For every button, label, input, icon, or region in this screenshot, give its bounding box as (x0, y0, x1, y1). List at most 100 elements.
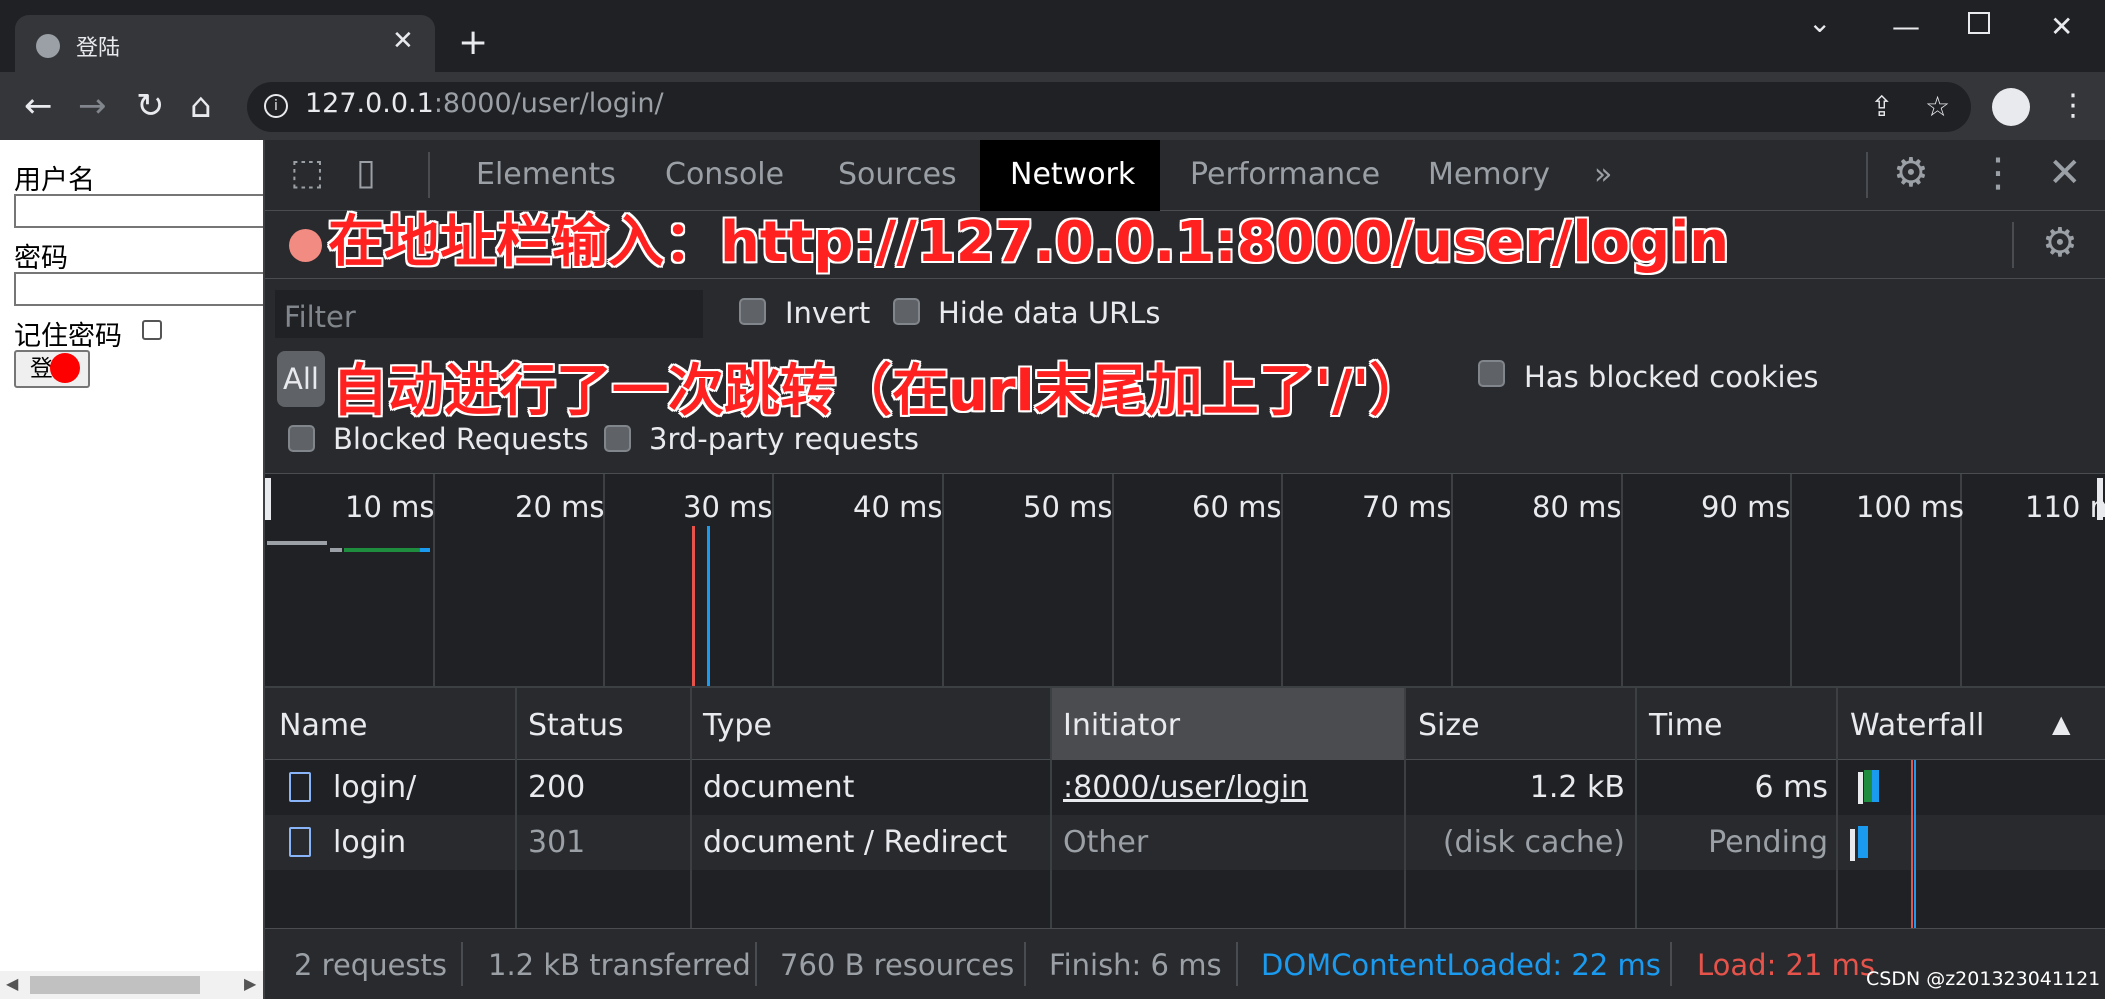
row-initiator: Other (1063, 825, 1149, 860)
overview-bar-download (420, 548, 430, 552)
hide-data-urls-checkbox[interactable] (893, 298, 920, 325)
url-host: 127.0.0.1 (305, 88, 434, 119)
row-time: 6 ms (1754, 770, 1828, 805)
tab-sources[interactable]: Sources (838, 157, 957, 192)
column-divider (1635, 688, 1637, 928)
share-icon[interactable]: ⇪ (1870, 90, 1893, 123)
col-size[interactable]: Size (1418, 708, 1480, 743)
scroll-left-icon[interactable]: ◀ (6, 974, 18, 993)
row-type: document / Redirect (703, 825, 1008, 860)
tab-performance[interactable]: Performance (1190, 157, 1380, 192)
kebab-icon[interactable]: ⋮ (2058, 88, 2088, 123)
divider (428, 152, 430, 198)
overview-handle-left[interactable] (265, 478, 271, 520)
waterfall-bar (1850, 829, 1855, 861)
col-waterfall[interactable]: Waterfall (1850, 708, 1984, 743)
timeline-tick: 30 ms (683, 490, 773, 524)
blocked-requests-checkbox[interactable] (288, 425, 315, 452)
summary-transferred: 1.2 kB transferred (488, 948, 751, 982)
record-icon[interactable] (289, 229, 322, 262)
timeline-tick: 90 ms (1701, 490, 1791, 524)
password-input[interactable] (14, 272, 266, 306)
document-icon (289, 772, 311, 802)
annotation-line-1: 在地址栏输入：http://127.0.0.1:8000/user/login (328, 210, 1730, 275)
column-divider (1836, 688, 1838, 928)
device-toggle-icon[interactable]: ▯ (356, 152, 376, 193)
info-icon[interactable]: i (264, 94, 288, 118)
maximize-icon[interactable] (1968, 12, 1990, 34)
row-name[interactable]: login/ (333, 770, 416, 805)
row-status: 200 (528, 770, 586, 805)
url-path: :8000/user/login/ (433, 88, 664, 119)
back-icon[interactable]: ← (24, 86, 53, 126)
load-marker (692, 526, 695, 686)
plus-icon[interactable]: + (458, 22, 488, 63)
overview-bar-waiting (344, 548, 420, 552)
network-settings-icon[interactable]: ⚙ (2042, 220, 2078, 266)
forward-icon[interactable]: → (78, 86, 107, 126)
close-window-icon[interactable]: ✕ (2050, 10, 2073, 43)
col-status[interactable]: Status (528, 708, 624, 743)
divider (1866, 152, 1868, 198)
timeline-tick: 20 ms (515, 490, 605, 524)
gear-icon[interactable]: ⚙ (1893, 150, 1929, 196)
timeline-tick: 110 ms (2025, 490, 2105, 524)
url-text[interactable]: 127.0.0.1:8000/user/login/ (305, 88, 664, 119)
invert-label: Invert (785, 296, 871, 330)
minimize-icon[interactable]: — (1892, 10, 1920, 43)
remember-checkbox[interactable] (142, 320, 162, 340)
filter-placeholder: Filter (284, 300, 356, 334)
blocked-requests-label: Blocked Requests (333, 422, 589, 456)
hide-data-urls-label: Hide data URLs (938, 296, 1161, 330)
star-icon[interactable]: ☆ (1925, 90, 1950, 123)
tab-elements[interactable]: Elements (476, 157, 616, 192)
row-initiator-link[interactable]: :8000/user/login (1063, 770, 1308, 805)
column-divider (515, 688, 517, 928)
divider (1024, 942, 1026, 986)
row-status: 301 (528, 825, 586, 860)
column-divider (690, 688, 692, 928)
sort-up-icon[interactable]: ▲ (2052, 710, 2070, 738)
overview-handle-right[interactable] (2097, 478, 2103, 520)
tab-title: 登陆 (76, 36, 121, 61)
divider (755, 942, 757, 986)
summary-dom-content-loaded: DOMContentLoaded: 22 ms (1261, 948, 1661, 982)
row-name[interactable]: login (333, 825, 406, 860)
blocked-cookies-checkbox[interactable] (1478, 360, 1505, 387)
profile-icon[interactable] (1992, 88, 2030, 126)
third-party-checkbox[interactable] (604, 425, 631, 452)
tab-network-label: Network (1010, 157, 1136, 192)
summary-resources: 760 B resources (780, 948, 1015, 982)
scrollbar-thumb[interactable] (30, 976, 200, 994)
invert-checkbox[interactable] (739, 298, 766, 325)
col-initiator[interactable]: Initiator (1063, 708, 1180, 743)
tab-console[interactable]: Console (665, 157, 784, 192)
table-empty-area (265, 870, 2105, 928)
tab-memory[interactable]: Memory (1428, 157, 1550, 192)
home-icon[interactable]: ⌂ (190, 86, 212, 126)
col-type[interactable]: Type (703, 708, 772, 743)
kebab-icon[interactable]: ⋮ (1978, 150, 2018, 196)
timeline-tick: 70 ms (1362, 490, 1452, 524)
col-time[interactable]: Time (1649, 708, 1722, 743)
watermark: CSDN @z201323041121 (1866, 968, 2101, 990)
username-input[interactable] (14, 194, 266, 228)
filter-all[interactable]: All (277, 351, 325, 407)
overview-bar-queue (330, 548, 342, 552)
scroll-right-icon[interactable]: ▶ (244, 974, 256, 993)
timeline-tick: 10 ms (345, 490, 435, 524)
waterfall-bar (1858, 826, 1868, 858)
timeline-tick: 60 ms (1192, 490, 1282, 524)
divider (461, 942, 463, 986)
col-name[interactable]: Name (279, 708, 368, 743)
inspect-icon[interactable]: ⬚ (290, 152, 324, 193)
chevron-down-icon[interactable]: ⌄ (1808, 6, 1831, 39)
reload-icon[interactable]: ↻ (136, 86, 165, 126)
close-icon[interactable]: ✕ (392, 26, 414, 56)
row-time: Pending (1708, 825, 1828, 860)
close-icon[interactable]: ✕ (2048, 150, 2082, 196)
more-tabs-icon[interactable]: » (1594, 157, 1612, 192)
summary-requests: 2 requests (294, 948, 448, 982)
divider (1670, 942, 1672, 986)
divider (2012, 222, 2014, 268)
